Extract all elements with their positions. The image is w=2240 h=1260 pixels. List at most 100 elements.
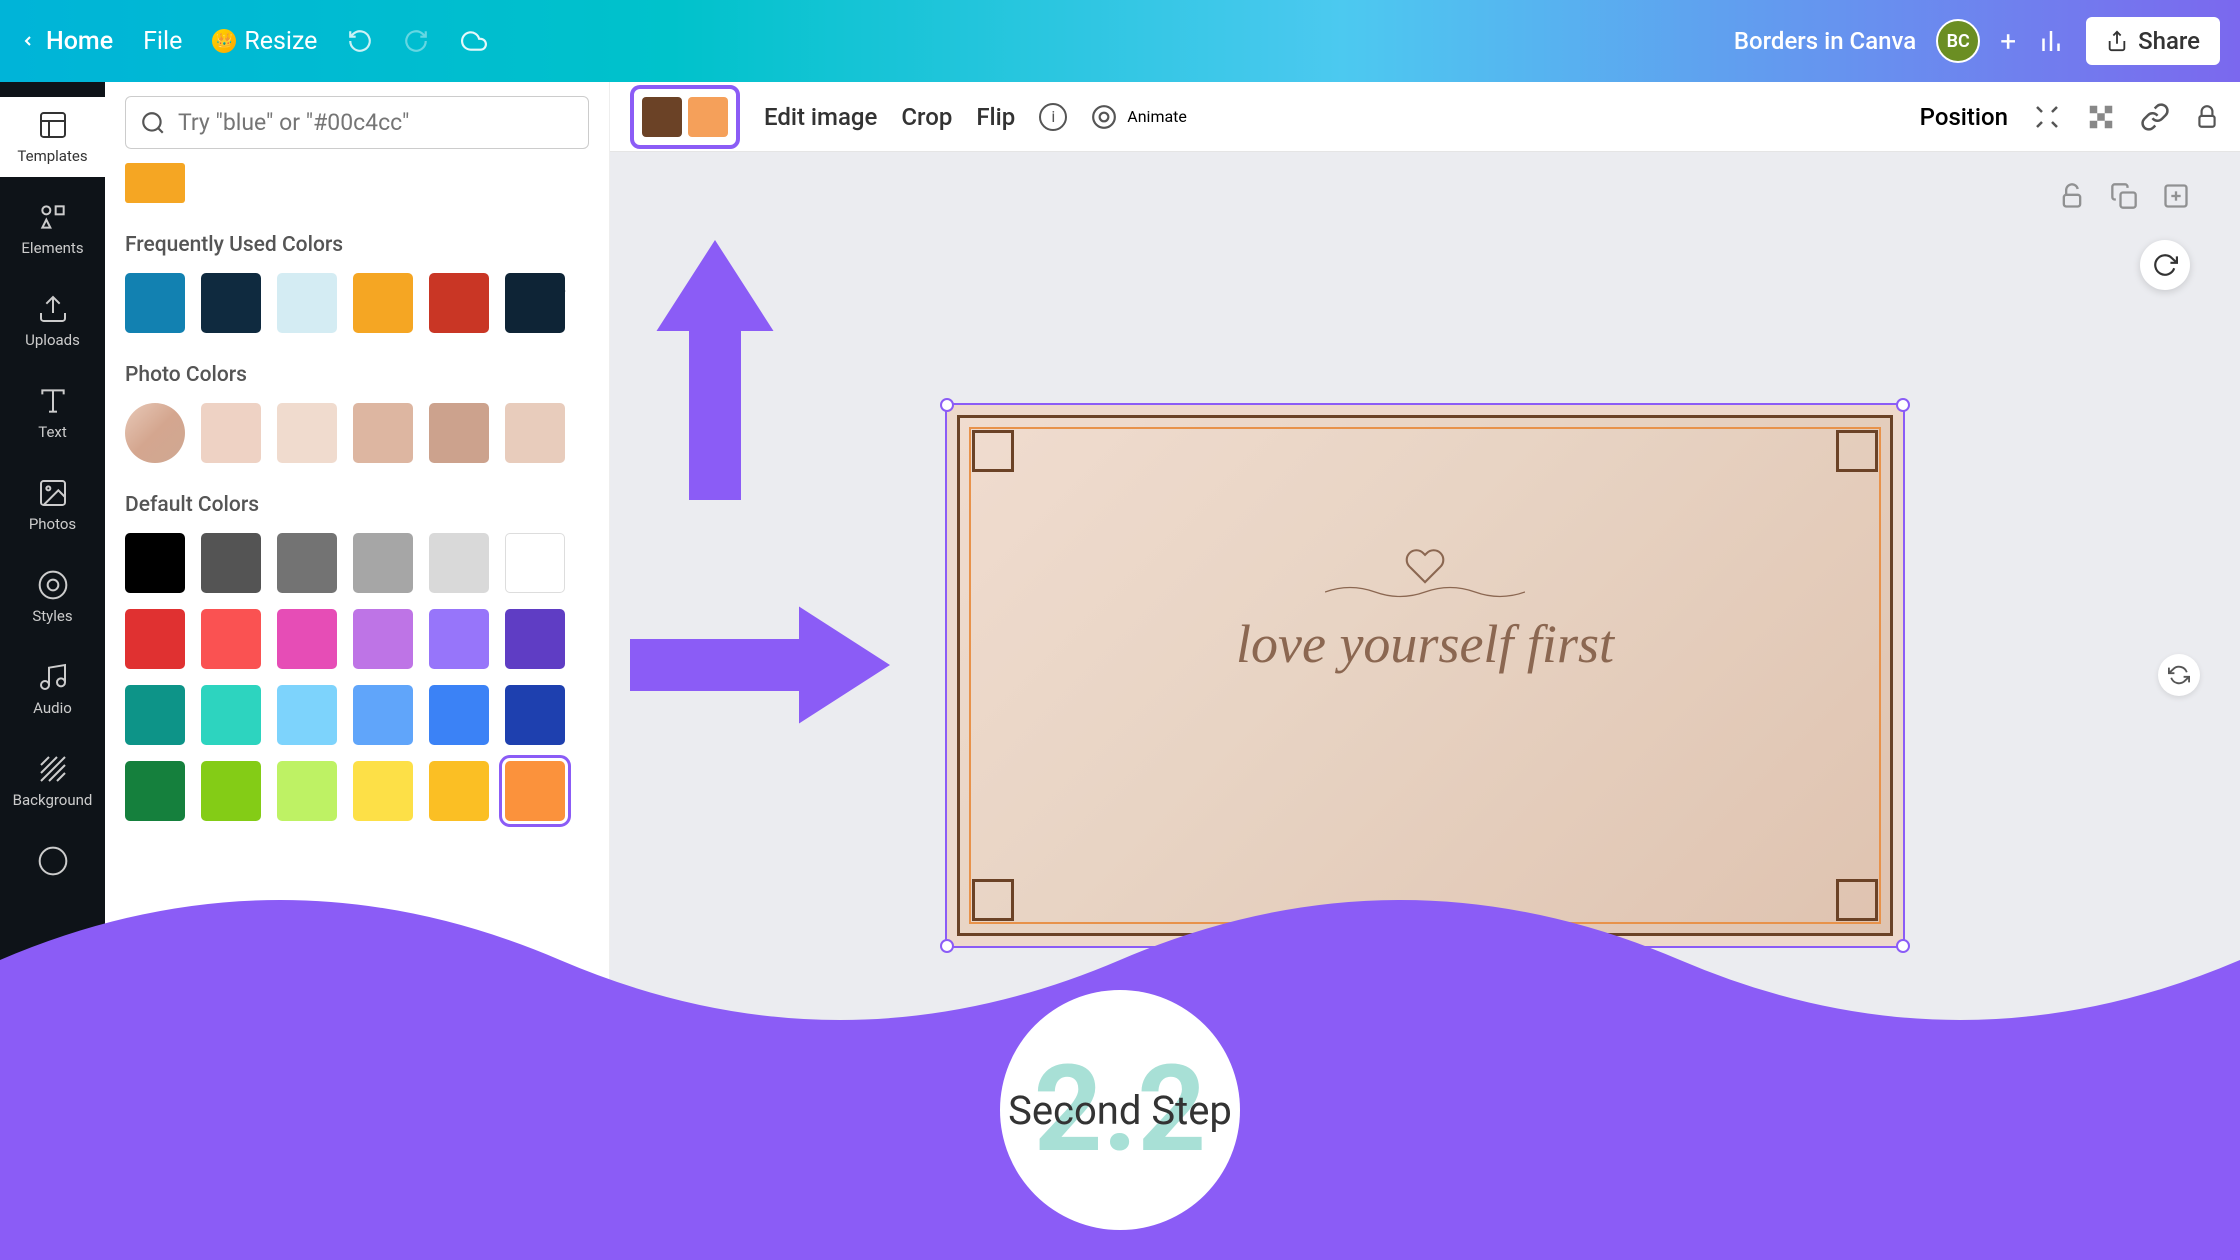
add-page-icon[interactable] — [2162, 182, 2190, 210]
unlock-page-icon[interactable] — [2058, 182, 2086, 210]
rail-templates[interactable]: Templates — [0, 97, 105, 177]
canvas-frame[interactable]: love yourself first — [945, 403, 1905, 948]
cloud-sync-icon[interactable] — [459, 28, 489, 54]
floating-toolbar — [1341, 1074, 1509, 1126]
rail-label: Styles — [32, 607, 72, 625]
notes-button[interactable]: Notes — [670, 1216, 731, 1243]
color-swatch[interactable] — [201, 685, 261, 745]
copy-icon[interactable] — [1361, 1086, 1389, 1114]
color-swatch[interactable] — [429, 533, 489, 593]
color-swatch[interactable] — [505, 533, 565, 593]
rail-background[interactable]: Background — [0, 741, 105, 821]
analytics-icon[interactable] — [2036, 26, 2066, 56]
top-bar-left: Home File 👑 Resize — [20, 27, 489, 56]
current-swatch[interactable] — [125, 163, 185, 203]
color-swatch[interactable] — [277, 609, 337, 669]
color-swatch[interactable] — [505, 609, 565, 669]
color-swatch[interactable] — [505, 761, 565, 821]
delete-icon[interactable] — [1411, 1086, 1439, 1114]
lock-icon[interactable] — [2194, 102, 2220, 132]
flip-button[interactable]: Flip — [976, 103, 1015, 131]
resize-button[interactable]: 👑 Resize — [212, 27, 317, 56]
color-swatch[interactable] — [353, 273, 413, 333]
fullscreen-icon[interactable] — [2146, 1216, 2174, 1244]
color-swatch[interactable] — [125, 273, 185, 333]
color-swatch[interactable] — [201, 533, 261, 593]
photo-main-swatch[interactable] — [125, 403, 185, 463]
color-swatch[interactable] — [353, 533, 413, 593]
color-search-input[interactable] — [178, 109, 574, 136]
color-swatch[interactable] — [505, 403, 565, 463]
spread-icon[interactable] — [2032, 102, 2062, 132]
rail-elements[interactable]: Elements — [0, 189, 105, 269]
refresh-icon — [2152, 252, 2178, 278]
color-swatch[interactable] — [277, 685, 337, 745]
color-search[interactable] — [125, 96, 589, 149]
position-button[interactable]: Position — [1920, 103, 2008, 131]
page-count-icon[interactable]: 1 — [2102, 1216, 2130, 1244]
home-label: Home — [46, 27, 113, 56]
animate-button[interactable]: Animate — [1091, 104, 1187, 130]
resize-handle-br[interactable] — [1896, 939, 1910, 953]
color-swatch[interactable] — [201, 273, 261, 333]
color-swatch[interactable] — [353, 403, 413, 463]
color-swatch[interactable] — [201, 403, 261, 463]
color-swatch[interactable] — [201, 761, 261, 821]
redo-icon[interactable] — [403, 28, 429, 54]
color-swatch[interactable] — [125, 685, 185, 745]
color-swatch[interactable] — [125, 609, 185, 669]
resize-handle-tl[interactable] — [940, 398, 954, 412]
edit-image-button[interactable]: Edit image — [764, 103, 877, 131]
color-swatch[interactable] — [277, 403, 337, 463]
add-another-button[interactable]: + Add another ... — [125, 1171, 589, 1246]
color-swatch[interactable] — [125, 533, 185, 593]
color-swatch[interactable] — [201, 609, 261, 669]
info-icon[interactable]: i — [1039, 103, 1067, 131]
more-icon[interactable] — [1461, 1086, 1489, 1114]
link-icon[interactable] — [2140, 102, 2170, 132]
color-swatch[interactable] — [353, 609, 413, 669]
undo-icon[interactable] — [347, 28, 373, 54]
color-swatch[interactable] — [277, 533, 337, 593]
share-button[interactable]: Share — [2086, 17, 2220, 65]
color-swatch-orange — [688, 97, 728, 137]
refresh-button[interactable] — [2140, 240, 2190, 290]
color-swatch[interactable] — [125, 761, 185, 821]
project-title[interactable]: Borders in Canva — [1734, 27, 1916, 55]
help-icon[interactable]: ? — [2190, 1215, 2220, 1245]
color-swatch[interactable] — [429, 685, 489, 745]
resize-handle-bl[interactable] — [940, 939, 954, 953]
color-swatch[interactable] — [429, 403, 489, 463]
file-button[interactable]: File — [143, 27, 182, 56]
crop-button[interactable]: Crop — [901, 103, 952, 131]
color-swatch[interactable] — [429, 609, 489, 669]
color-swatch[interactable] — [277, 761, 337, 821]
color-swatch[interactable] — [277, 273, 337, 333]
duplicate-page-icon[interactable] — [2110, 182, 2138, 210]
avatar[interactable]: BC — [1936, 19, 1980, 63]
rail-photos[interactable]: Photos — [0, 465, 105, 545]
freq-title: Frequently Used Colors — [125, 233, 589, 257]
freq-swatches — [125, 273, 589, 333]
color-pair-button[interactable] — [630, 85, 740, 149]
rail-text[interactable]: Text — [0, 373, 105, 453]
color-swatch[interactable] — [353, 685, 413, 745]
default-swatches — [125, 533, 589, 821]
color-swatch[interactable] — [505, 685, 565, 745]
rail-audio[interactable]: Audio — [0, 649, 105, 729]
resize-handle-tr[interactable] — [1896, 398, 1910, 412]
sync-button[interactable] — [2158, 654, 2200, 696]
resize-label: Resize — [244, 27, 317, 56]
color-swatch[interactable] — [429, 273, 489, 333]
color-swatch[interactable] — [505, 273, 565, 333]
transparency-icon[interactable] — [2086, 102, 2116, 132]
rail-label: Audio — [33, 699, 72, 717]
rail-more[interactable] — [0, 833, 105, 889]
back-home-button[interactable]: Home — [20, 27, 113, 56]
rail-uploads[interactable]: Uploads — [0, 281, 105, 361]
color-swatch[interactable] — [429, 761, 489, 821]
add-collaborator-icon[interactable]: + — [2000, 25, 2016, 58]
rail-styles[interactable]: Styles — [0, 557, 105, 637]
color-swatch[interactable] — [353, 761, 413, 821]
corner-tl — [972, 430, 1014, 472]
